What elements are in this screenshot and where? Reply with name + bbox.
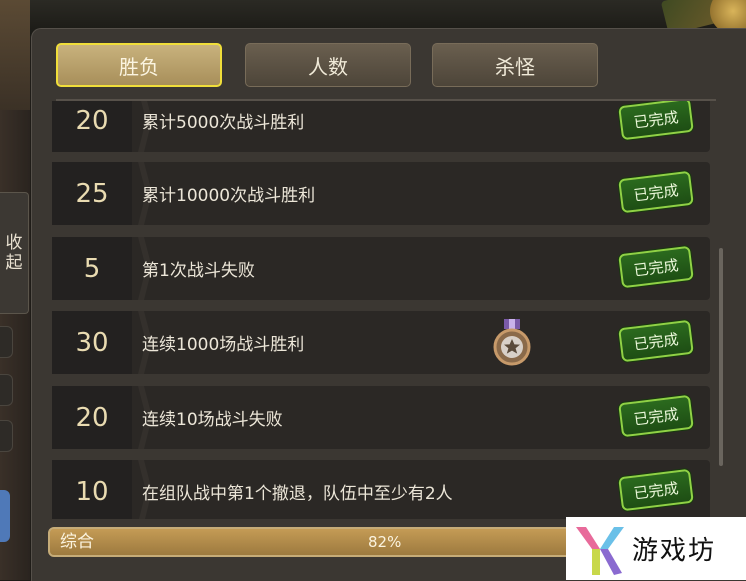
side-button-2[interactable] (0, 374, 13, 406)
achievement-points: 30 (52, 311, 132, 374)
achievement-title: 在组队战中第1个撤退，队伍中至少有2人 (142, 484, 453, 504)
achievement-row: 20 累计5000次战斗胜利 已完成 (52, 101, 710, 152)
tab-win-loss[interactable]: 胜负 (56, 43, 222, 87)
overall-progress-label: 综合 (60, 532, 94, 552)
achievement-title: 累计5000次战斗胜利 (142, 113, 305, 133)
completed-badge: 已完成 (618, 170, 694, 214)
tab-player-count[interactable]: 人数 (245, 43, 411, 87)
completed-badge: 已完成 (618, 245, 694, 289)
completed-badge: 已完成 (618, 468, 694, 512)
achievement-title: 连续10场战斗失败 (142, 410, 283, 430)
side-button-blue[interactable] (0, 490, 10, 542)
side-button-3[interactable] (0, 420, 13, 452)
achievement-points: 10 (52, 460, 132, 519)
achievement-points: 5 (52, 237, 132, 300)
list-scrollbar[interactable] (719, 248, 723, 466)
collapse-button[interactable]: 收 起 (0, 192, 29, 314)
collapse-label-1: 收 (5, 233, 23, 253)
achievement-points: 25 (52, 162, 132, 225)
watermark-text: 游戏坊 (632, 536, 717, 566)
achievement-row: 5 第1次战斗失败 已完成 (52, 237, 710, 300)
achievement-title: 连续1000场战斗胜利 (142, 335, 305, 355)
achievement-row: 30 连续1000场战斗胜利 已完成 (52, 311, 710, 374)
overall-progress-fill (50, 529, 597, 555)
completed-badge: 已完成 (618, 319, 694, 363)
achievement-row: 10 在组队战中第1个撤退，队伍中至少有2人 已完成 (52, 460, 710, 519)
achievement-points: 20 (52, 386, 132, 449)
collapse-label-2: 起 (5, 253, 23, 273)
tab-monster-kills[interactable]: 杀怪 (432, 43, 598, 87)
achievement-title: 累计10000次战斗胜利 (142, 186, 316, 206)
completed-badge: 已完成 (618, 101, 694, 141)
achievement-row: 25 累计10000次战斗胜利 已完成 (52, 162, 710, 225)
achievement-list[interactable]: 20 累计5000次战斗胜利 已完成 25 累计10000次战斗胜利 已完成 5… (52, 101, 712, 519)
achievement-points: 20 (52, 101, 132, 152)
completed-badge: 已完成 (618, 394, 694, 438)
watermark: 游戏坊 (566, 517, 746, 580)
site-logo-icon (576, 526, 624, 575)
left-sidebar-top (0, 0, 30, 110)
side-button-1[interactable] (0, 326, 13, 358)
overall-progress-percent: 82% (368, 533, 402, 551)
achievement-row: 20 连续10场战斗失败 已完成 (52, 386, 710, 449)
achievement-title: 第1次战斗失败 (142, 261, 255, 281)
star-medal-icon[interactable] (490, 319, 534, 367)
tab-bar: 胜负 人数 杀怪 (56, 43, 616, 89)
